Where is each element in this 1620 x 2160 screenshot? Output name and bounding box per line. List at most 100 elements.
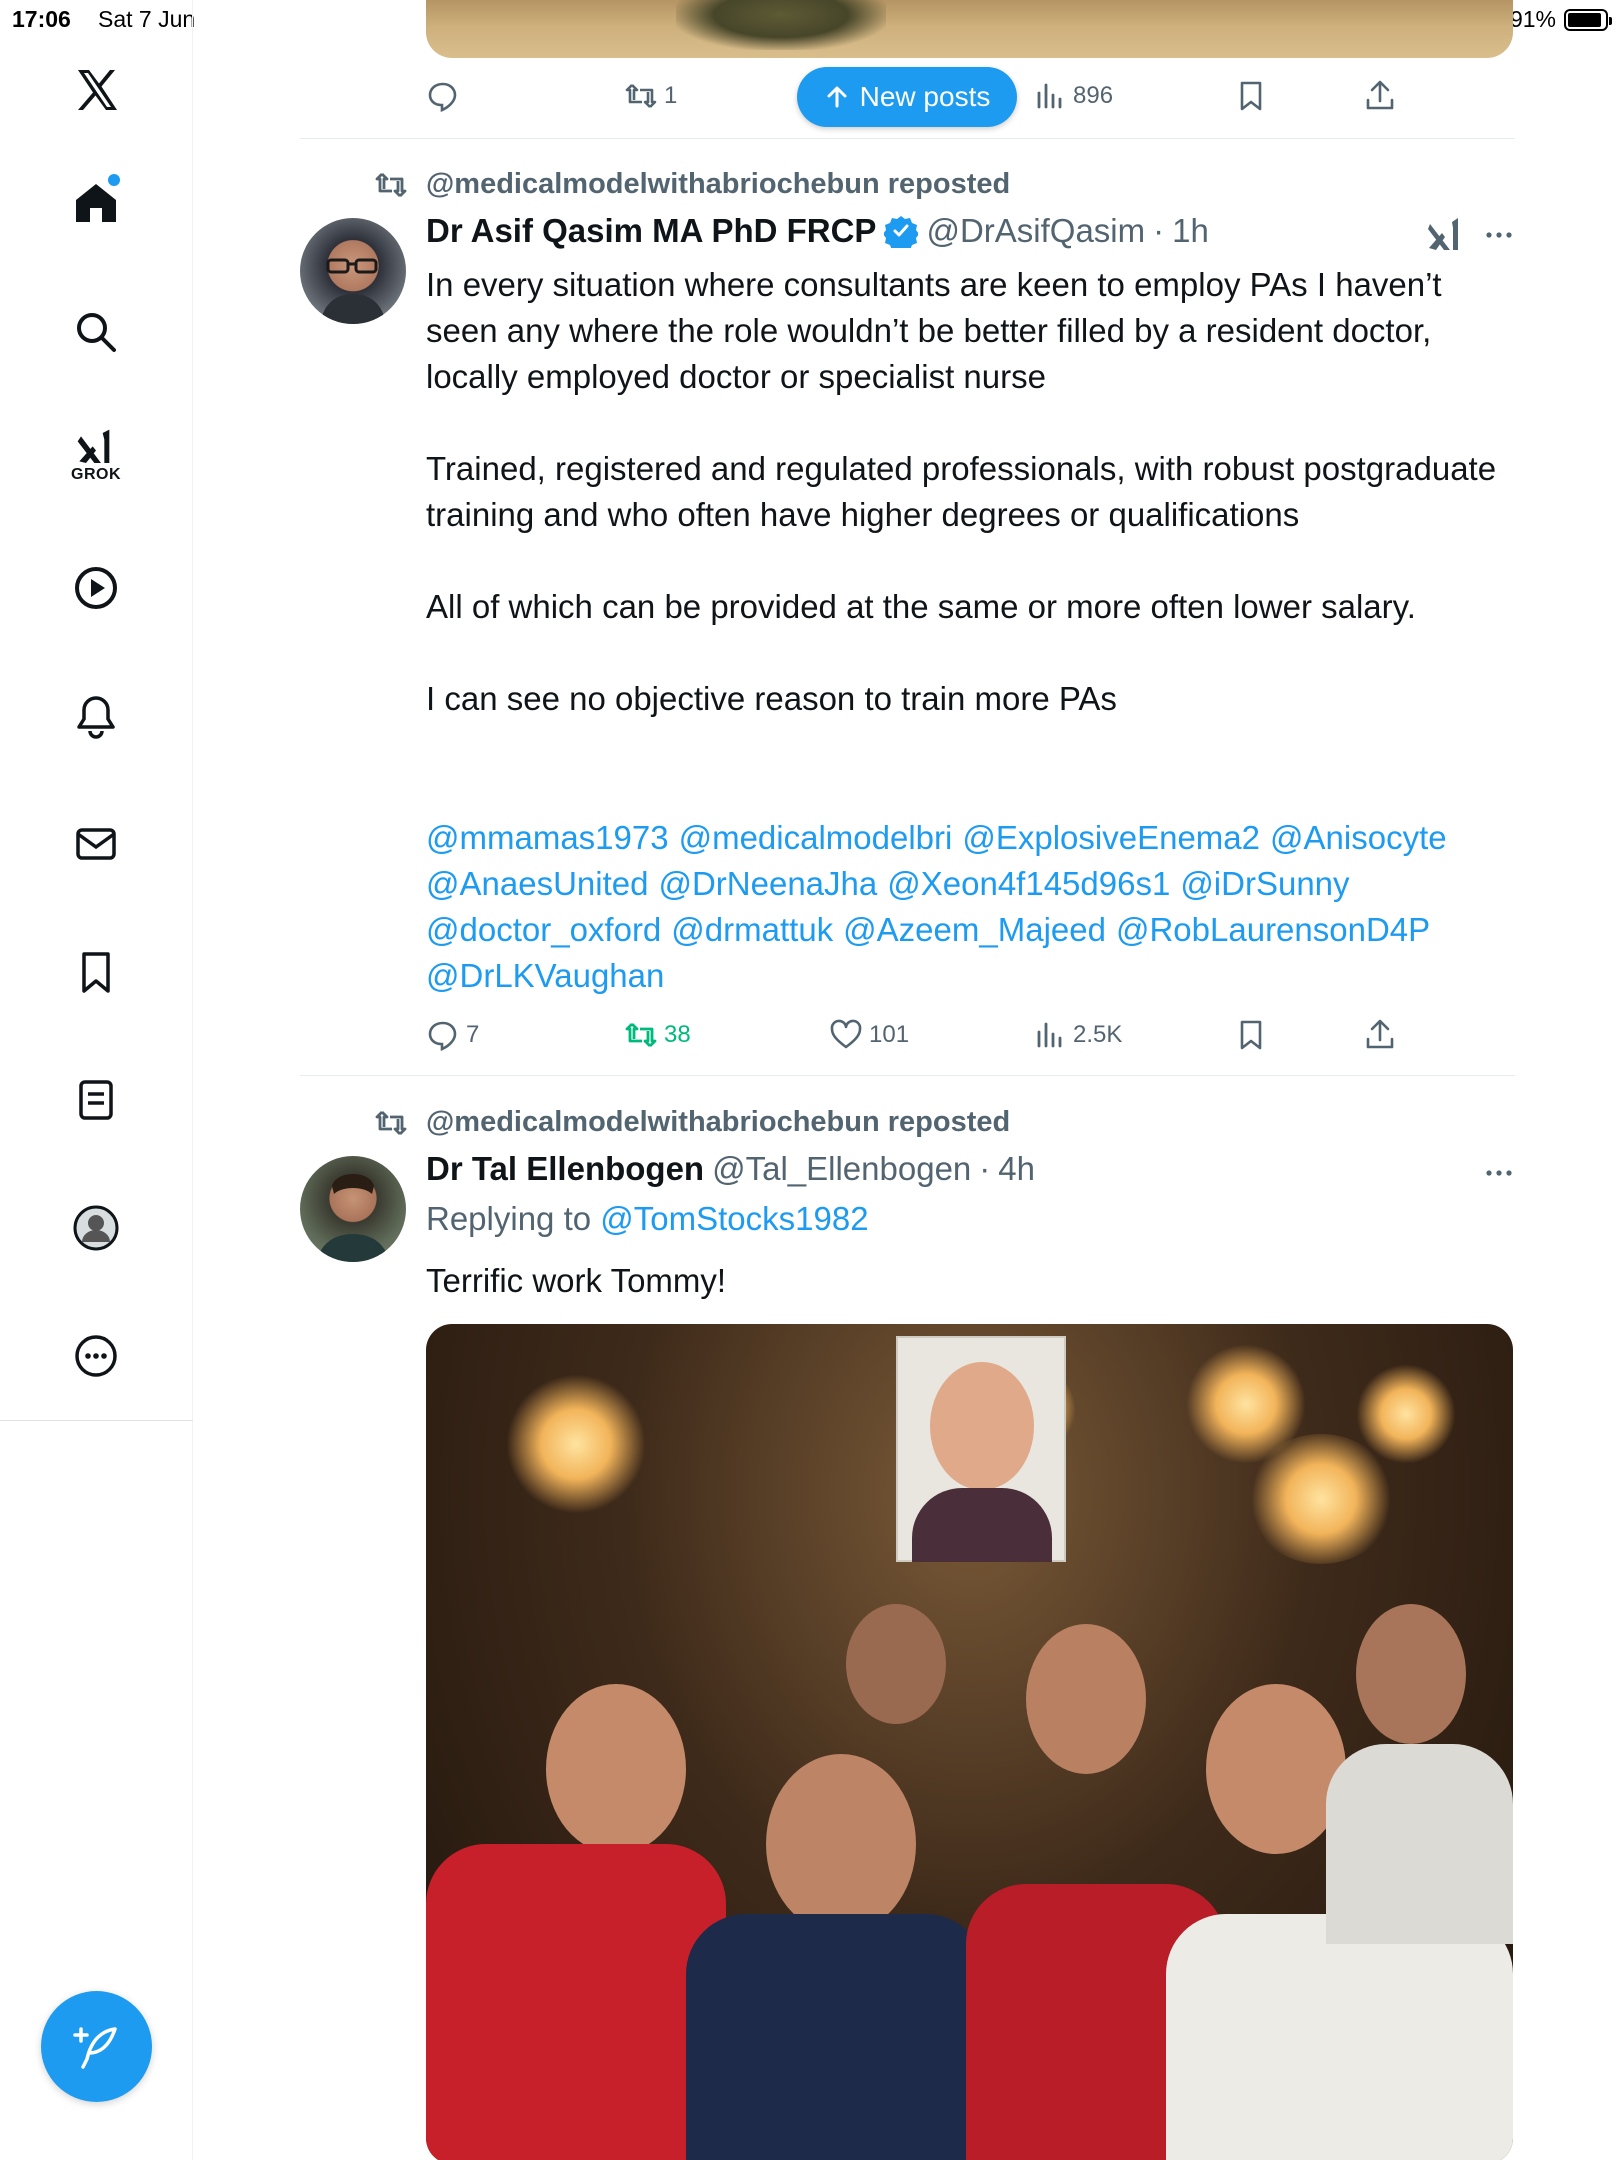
post-header: Dr Asif Qasim MA PhD FRCP @DrAsifQasim ·… [426,212,1209,250]
mention-link[interactable]: @drmattuk [671,911,833,948]
mention-link[interactable]: @Anisocyte [1270,819,1447,856]
replying-to-link[interactable]: @TomStocks1982 [600,1200,868,1237]
battery-icon [1564,8,1612,31]
views-chart-icon [1037,83,1062,109]
grok-explain-icon[interactable] [1426,216,1464,254]
post-paragraph: Terrific work Tommy! [426,1262,727,1299]
bookmark-icon [1240,81,1262,111]
lists-icon[interactable] [56,1060,136,1140]
author-handle[interactable]: @Tal_Ellenbogen [712,1150,971,1188]
repost-button[interactable]: 38 [624,1018,691,1052]
bookmark-button[interactable] [1234,79,1268,113]
views-chart-icon [1037,1022,1062,1048]
repost-by-label: @medicalmodelwithabriochebun reposted [426,1106,1011,1138]
repost-icon [625,1023,657,1047]
author-name[interactable]: Dr Tal Ellenbogen [426,1150,704,1188]
x-logo-icon[interactable] [56,50,136,130]
reply-button[interactable] [426,79,460,113]
new-posts-label: New posts [859,81,991,112]
avatar[interactable] [300,218,406,324]
post-time[interactable]: 4h [998,1150,1035,1188]
share-icon [1366,80,1394,110]
share-icon [1366,1019,1394,1049]
post-paragraph: Trained, registered and regulated profes… [426,450,1497,533]
author-name[interactable]: Dr Asif Qasim MA PhD FRCP [426,212,876,250]
sidebar: GROK [0,0,193,2160]
compose-feather-icon [72,2026,117,2069]
mention-link[interactable]: @DrLKVaughan [426,957,664,994]
mention-link[interactable]: @DrNeenaJha [658,865,877,902]
repost-attribution[interactable]: @medicalmodelwithabriochebun reposted [375,168,1011,201]
new-posts-button[interactable]: New posts [797,67,1017,127]
bookmark-icon [1240,1020,1262,1050]
replying-to: Replying to @TomStocks1982 [426,1200,869,1238]
repost-by-label: @medicalmodelwithabriochebun reposted [426,168,1011,200]
views-count: 2.5K [1073,1021,1123,1048]
search-icon[interactable] [56,292,136,372]
dot-separator: · [1153,212,1165,249]
post-separator [300,1075,1515,1076]
bookmark-button[interactable] [1234,1018,1268,1052]
share-button[interactable] [1363,1018,1397,1052]
mention-link[interactable]: @Azeem_Majeed [843,911,1106,948]
profile-avatar-icon[interactable] [56,1188,136,1268]
repost-attribution[interactable]: @medicalmodelwithabriochebun reposted [375,1106,1011,1139]
home-icon[interactable] [56,162,136,242]
author-handle[interactable]: @DrAsifQasim [926,212,1145,250]
previous-post-media[interactable] [426,0,1513,58]
dot-separator: · [979,1150,991,1187]
repost-icon [375,1110,407,1135]
video-play-icon[interactable] [56,548,136,628]
arrow-up-icon [827,86,847,108]
more-circle-icon[interactable] [56,1316,136,1396]
reply-button[interactable]: 7 [426,1018,479,1052]
bookmark-icon[interactable] [56,932,136,1012]
messages-envelope-icon[interactable] [56,804,136,884]
more-options-icon[interactable] [1483,219,1515,251]
held-photo [896,1336,1066,1562]
post-paragraph: In every situation where consultants are… [426,266,1442,395]
grok-label: GROK [71,466,121,483]
mention-link[interactable]: @mmamas1973 [426,819,669,856]
mention-link[interactable]: @AnaesUnited [426,865,648,902]
post-header: Dr Tal Ellenbogen @Tal_Ellenbogen · 4h [426,1150,1035,1188]
mention-link[interactable]: @iDrSunny [1180,865,1349,902]
like-button[interactable]: 101 [829,1018,909,1052]
notifications-bell-icon[interactable] [56,676,136,756]
heart-icon [830,1019,862,1049]
grok-icon[interactable]: GROK [56,416,136,496]
repost-icon [625,84,657,108]
mention-link[interactable]: @doctor_oxford [426,911,661,948]
avatar[interactable] [300,1156,406,1262]
reply-count: 7 [466,1021,480,1048]
repost-count: 1 [664,82,678,109]
mentions-list: @mmamas1973 @medicalmodelbri @ExplosiveEne… [426,815,1516,999]
views-button[interactable]: 2.5K [1033,1018,1122,1052]
mention-link[interactable]: @ExplosiveEnema2 [962,819,1260,856]
post-time[interactable]: 1h [1172,212,1209,250]
timeline: 1 New posts 896 @medicalmodelwithabrioch… [300,0,1515,2160]
mention-link[interactable]: @RobLaurensonD4P [1116,911,1430,948]
more-options-icon[interactable] [1483,1157,1515,1189]
repost-button[interactable]: 1 [624,79,677,113]
sidebar-divider [0,1420,193,1421]
mention-link[interactable]: @Xeon4f145d96s1 [887,865,1170,902]
mention-link[interactable]: @medicalmodelbri [679,819,953,856]
like-count: 101 [869,1021,910,1048]
compose-post-button[interactable] [41,1991,152,2102]
share-button[interactable] [1363,79,1397,113]
repost-icon [375,172,407,197]
verified-badge-icon [884,216,919,248]
post-image[interactable] [426,1324,1513,2160]
replying-prefix: Replying to [426,1200,601,1237]
views-button[interactable]: 896 [1033,79,1113,113]
post-paragraph: I can see no objective reason to train m… [426,680,1117,717]
reply-icon [428,82,457,112]
battery-percent: 91% [1509,6,1556,32]
post-separator [300,138,1515,139]
reply-icon [428,1021,457,1051]
views-count: 896 [1073,82,1114,109]
post-text: In every situation where consultants are… [426,262,1516,722]
post-text: Terrific work Tommy! [426,1258,1516,1304]
post-paragraph: All of which can be provided at the same… [426,588,1416,625]
